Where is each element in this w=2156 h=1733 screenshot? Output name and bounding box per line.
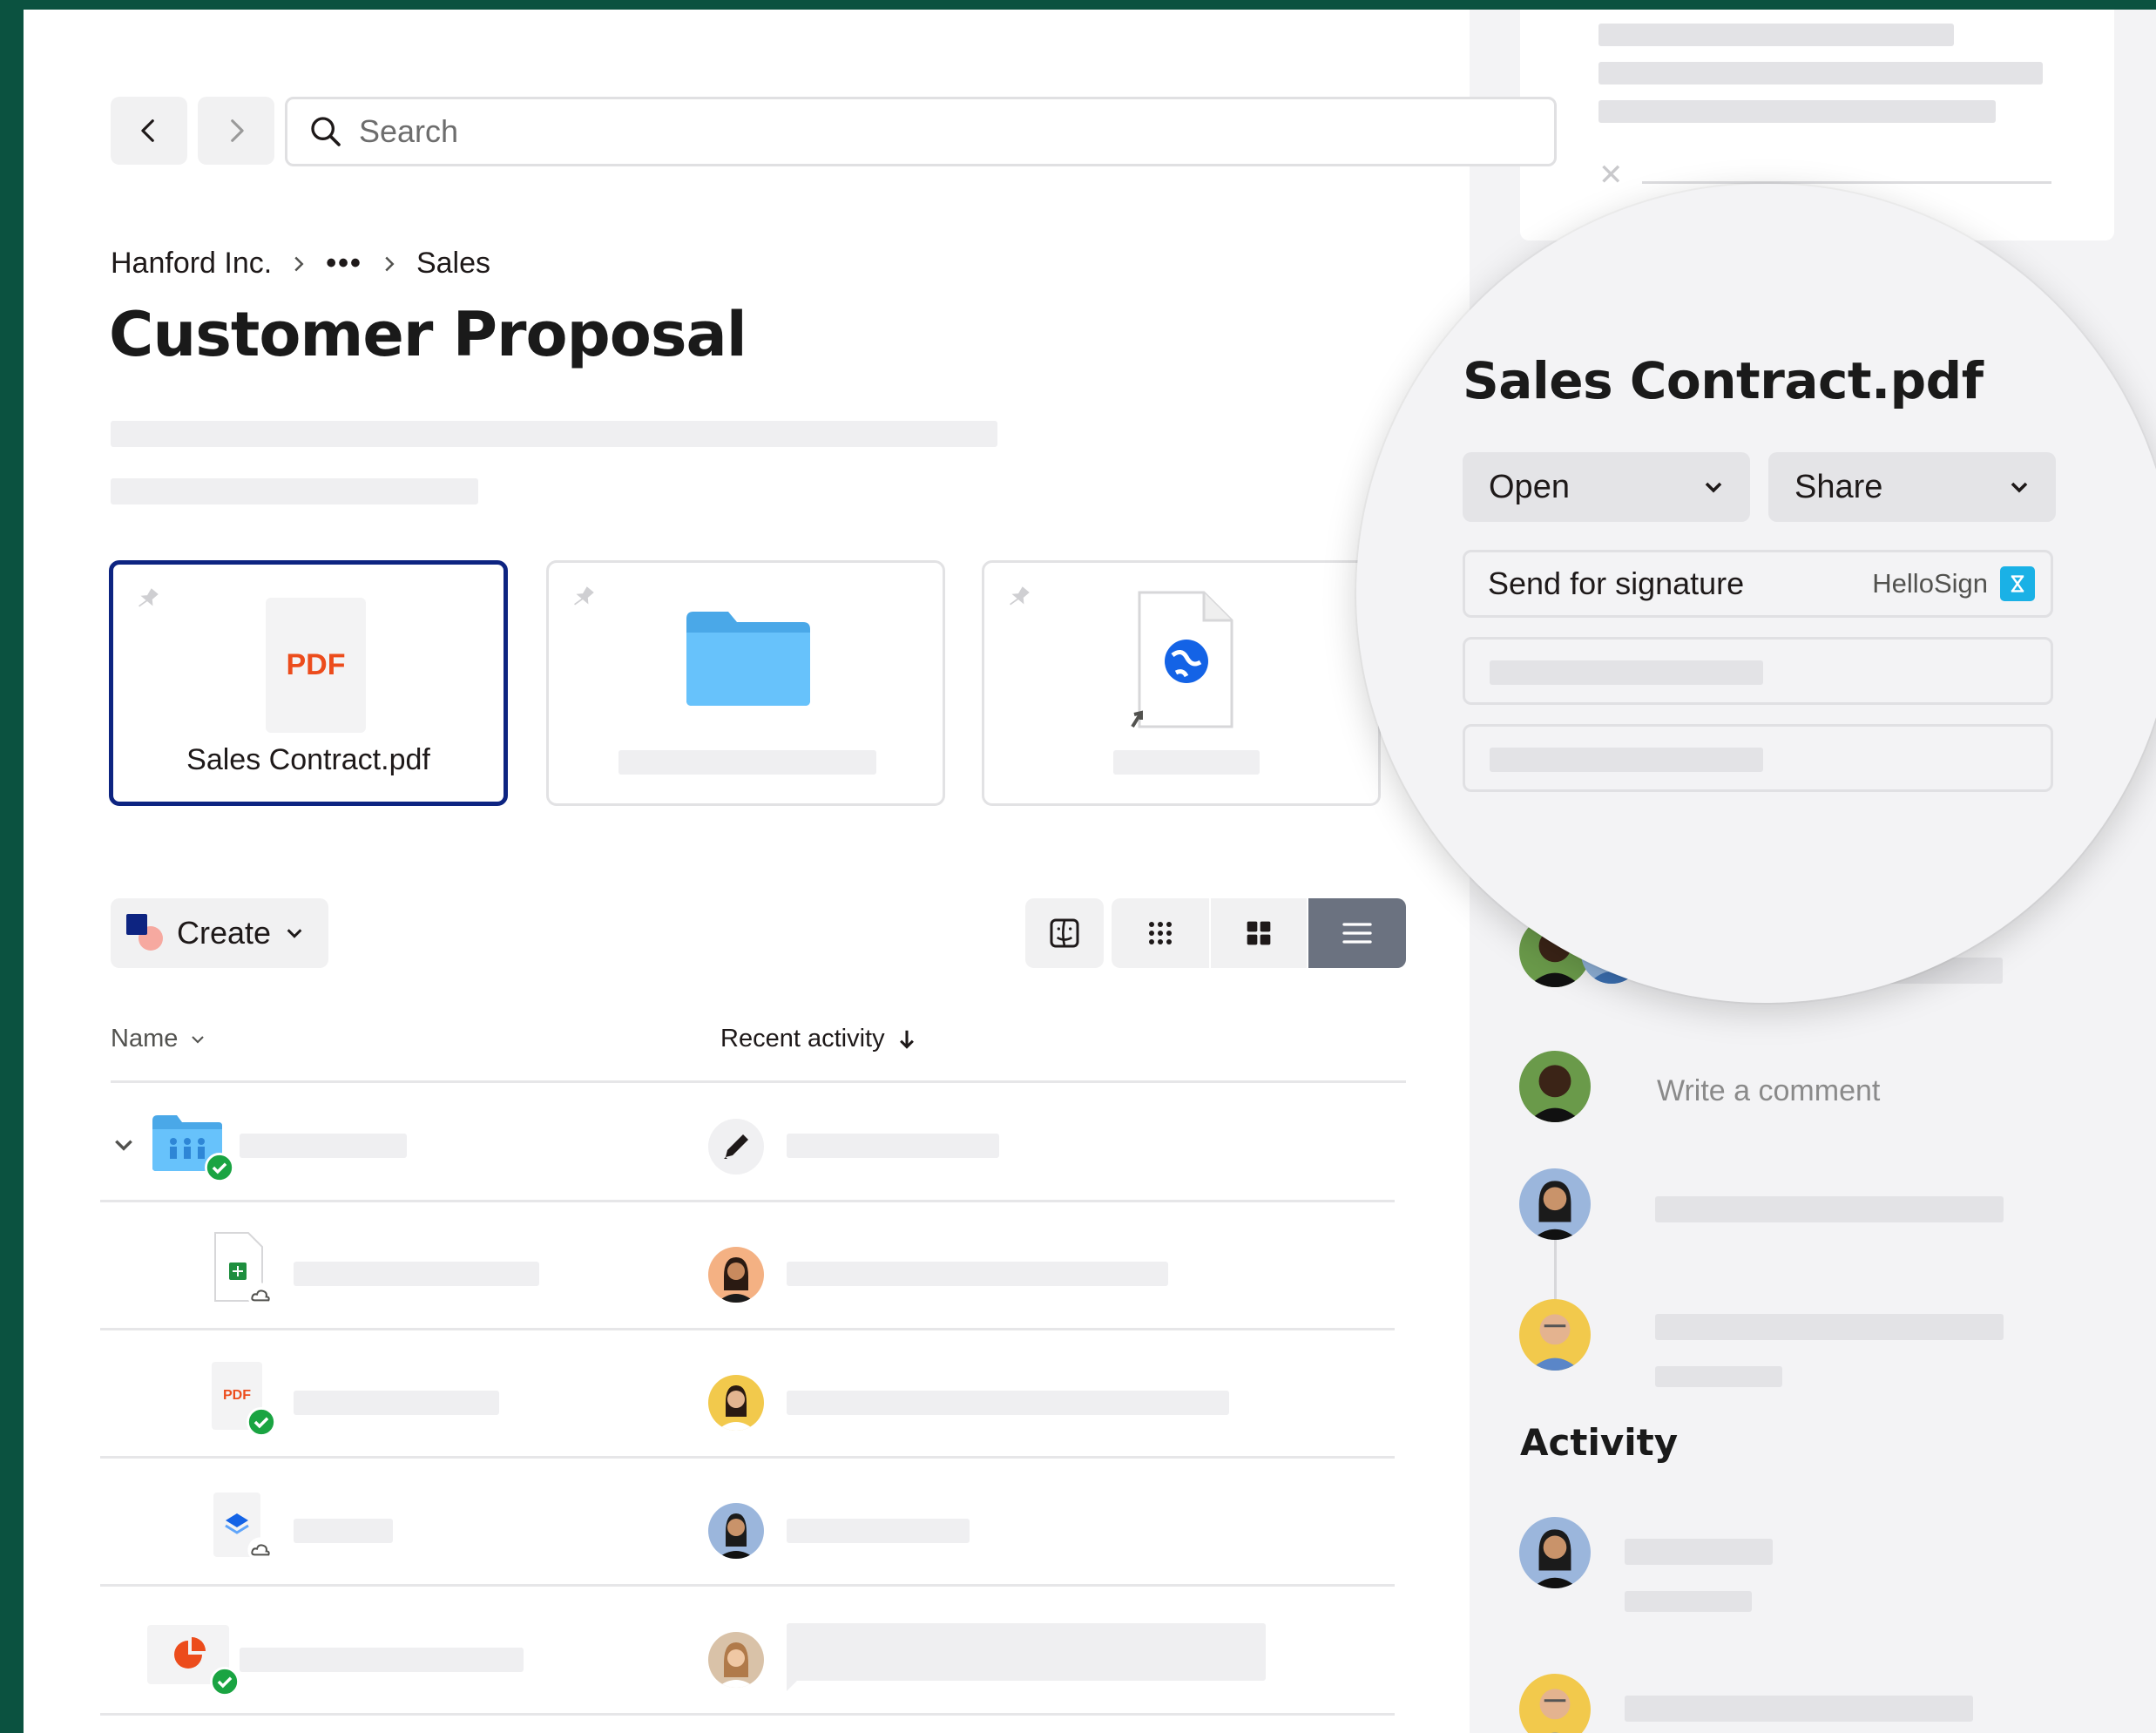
send-for-signature-label: Send for signature bbox=[1488, 565, 1745, 601]
pinned-card-label: Sales Contract.pdf bbox=[186, 743, 430, 776]
pin-icon[interactable] bbox=[1004, 584, 1033, 613]
grid-icon bbox=[1247, 921, 1271, 945]
avatar bbox=[1519, 1299, 1591, 1371]
chevron-right-icon bbox=[231, 119, 244, 142]
chevron-down-icon bbox=[1705, 482, 1722, 493]
selected-file-title: Sales Contract.pdf bbox=[1463, 351, 1984, 410]
share-button-label: Share bbox=[1794, 468, 1883, 505]
chevron-down-icon bbox=[192, 1035, 205, 1043]
pdf-file-icon: PDF bbox=[266, 598, 366, 733]
small-grid-view-button[interactable] bbox=[1112, 898, 1209, 968]
page-title: Customer Proposal bbox=[109, 299, 747, 370]
dots-grid-icon bbox=[1149, 922, 1172, 944]
avatar bbox=[1519, 1517, 1591, 1588]
list-icon bbox=[1342, 923, 1372, 944]
finder-view-button[interactable] bbox=[1025, 898, 1104, 968]
breadcrumb-root[interactable]: Hanford Inc. bbox=[111, 247, 272, 281]
forward-button[interactable] bbox=[198, 97, 274, 165]
synced-check-icon bbox=[205, 1153, 234, 1182]
current-user-avatar bbox=[1519, 1051, 1591, 1122]
avatar bbox=[708, 1247, 764, 1303]
send-for-signature-button[interactable]: Send for signature HelloSign bbox=[1463, 550, 2053, 618]
synced-check-icon bbox=[247, 1407, 276, 1437]
web-link-file-icon bbox=[1131, 591, 1233, 728]
activity-heading: Activity bbox=[1520, 1421, 1679, 1464]
pinned-card-folder[interactable] bbox=[546, 560, 945, 806]
app-window: ✕ Write a comment Activity Search Hanfor… bbox=[24, 10, 2156, 1733]
search-input[interactable] bbox=[359, 113, 1491, 150]
close-icon[interactable]: ✕ bbox=[1598, 158, 1624, 193]
list-view-button[interactable] bbox=[1308, 898, 1406, 968]
recent-activity-column-header[interactable]: Recent activity bbox=[720, 1025, 916, 1053]
open-button-label: Open bbox=[1489, 468, 1570, 505]
avatar bbox=[1519, 1168, 1591, 1240]
edit-activity-icon bbox=[708, 1119, 764, 1175]
create-button-label: Create bbox=[177, 915, 272, 951]
breadcrumb-current[interactable]: Sales bbox=[416, 247, 490, 281]
search-bar[interactable] bbox=[285, 97, 1557, 166]
arrow-down-icon bbox=[899, 1030, 914, 1049]
large-grid-view-button[interactable] bbox=[1211, 898, 1307, 968]
pinned-card-sales-contract[interactable]: PDF Sales Contract.pdf bbox=[109, 560, 508, 806]
chevron-down-icon bbox=[2011, 482, 2028, 493]
create-icon bbox=[126, 914, 165, 952]
folder-icon bbox=[686, 612, 810, 706]
recent-activity-column-label: Recent activity bbox=[720, 1025, 885, 1053]
open-button[interactable]: Open bbox=[1463, 452, 1750, 522]
hellosign-label: HelloSign bbox=[1872, 568, 1988, 599]
breadcrumb-ellipsis[interactable]: ••• bbox=[326, 247, 362, 281]
name-column-label: Name bbox=[111, 1025, 179, 1053]
chevron-right-icon bbox=[382, 255, 397, 273]
chevron-down-icon bbox=[287, 929, 302, 938]
file-action-row[interactable] bbox=[1463, 724, 2053, 792]
avatar bbox=[708, 1632, 764, 1688]
create-button[interactable]: Create bbox=[111, 898, 328, 968]
pin-icon[interactable] bbox=[132, 586, 162, 615]
cloud-icon bbox=[247, 1537, 274, 1563]
name-column-header[interactable]: Name bbox=[111, 1025, 206, 1053]
search-icon bbox=[311, 117, 341, 146]
chevron-down-icon[interactable] bbox=[112, 1134, 135, 1156]
hellosign-brand: HelloSign bbox=[1872, 566, 2035, 601]
cloud-icon bbox=[247, 1283, 274, 1309]
comment-input[interactable]: Write a comment bbox=[1657, 1074, 1880, 1108]
pinned-card-web-shortcut[interactable] bbox=[982, 560, 1381, 806]
share-button[interactable]: Share bbox=[1768, 452, 2056, 522]
avatar bbox=[708, 1503, 764, 1559]
synced-check-icon bbox=[210, 1667, 240, 1696]
hellosign-icon bbox=[2000, 566, 2035, 601]
chevron-left-icon bbox=[141, 119, 154, 142]
finder-icon bbox=[1050, 918, 1079, 948]
breadcrumb: Hanford Inc. ••• Sales bbox=[111, 247, 490, 281]
pin-icon[interactable] bbox=[568, 584, 598, 613]
avatar bbox=[708, 1375, 764, 1431]
file-action-row[interactable] bbox=[1463, 637, 2053, 705]
chevron-right-icon bbox=[291, 255, 307, 273]
back-button[interactable] bbox=[111, 97, 187, 165]
